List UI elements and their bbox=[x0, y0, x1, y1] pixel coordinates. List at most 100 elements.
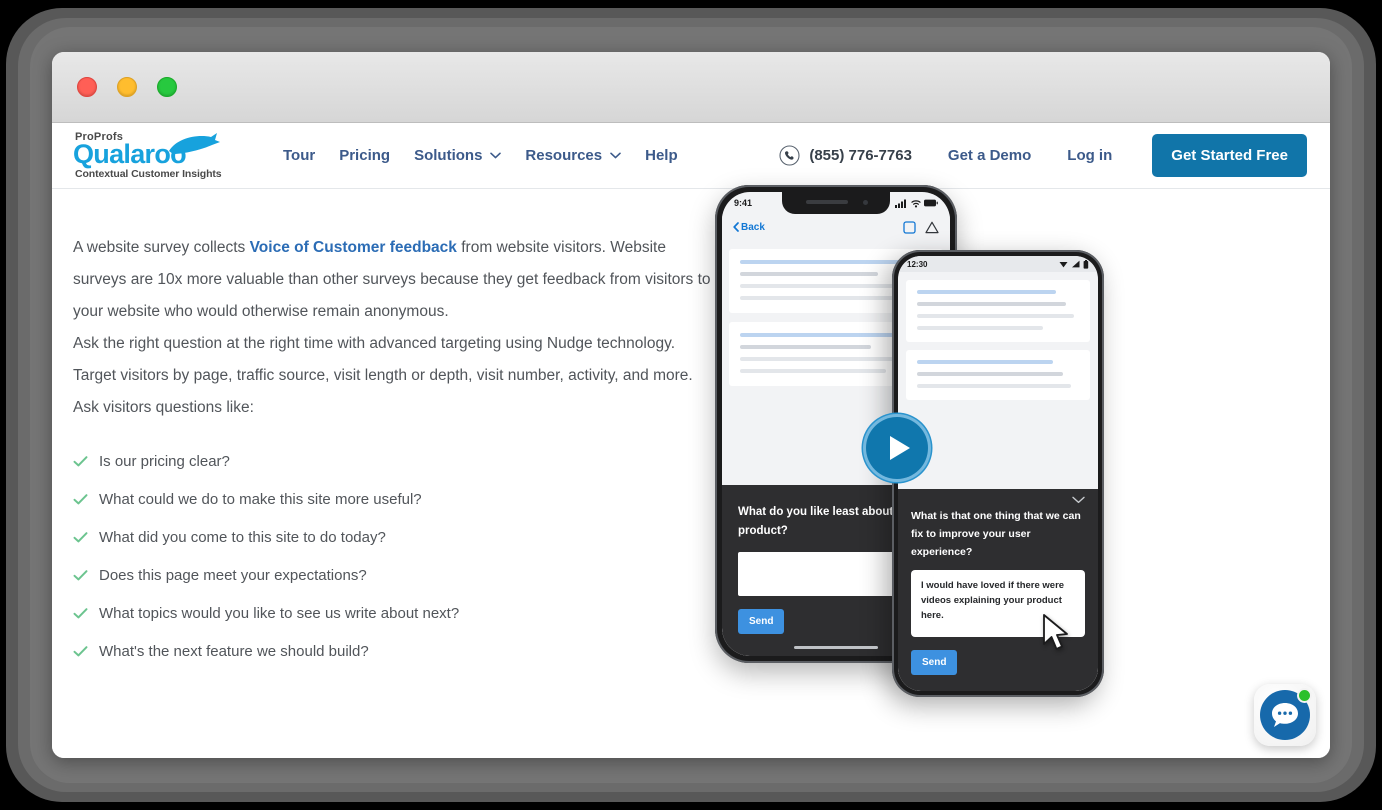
checklist-item-label: What topics would you like to see us wri… bbox=[99, 605, 460, 622]
nav-item-solutions-label: Solutions bbox=[414, 147, 483, 164]
check-icon bbox=[73, 494, 88, 505]
intro-paragraph-1: A website survey collects Voice of Custo… bbox=[73, 232, 712, 328]
nav-item-tour-label: Tour bbox=[283, 147, 316, 164]
voice-of-customer-link[interactable]: Voice of Customer feedback bbox=[250, 239, 457, 256]
survey-overlay-front: What is that one thing that we can fix t… bbox=[898, 489, 1098, 691]
content-left-column: A website survey collects Voice of Custo… bbox=[52, 189, 712, 758]
maximize-window-button[interactable] bbox=[157, 77, 177, 97]
checklist-item-label: What could we do to make this site more … bbox=[99, 491, 422, 508]
logo-tagline: Contextual Customer Insights bbox=[75, 167, 222, 180]
list-item: What could we do to make this site more … bbox=[73, 489, 712, 510]
survey-send-button[interactable]: Send bbox=[738, 609, 785, 634]
skeleton-line bbox=[917, 314, 1075, 318]
get-a-demo-link[interactable]: Get a Demo bbox=[948, 147, 1031, 164]
checklist-item-label: Does this page meet your expectations? bbox=[99, 567, 367, 584]
phone-back-nav-bar: Back bbox=[722, 214, 950, 240]
square-icon[interactable] bbox=[903, 220, 916, 234]
skeleton-line bbox=[740, 296, 894, 300]
qualaroo-logo[interactable]: ProProfs Qualaroo Contextual Customer In… bbox=[73, 131, 223, 180]
list-item: What topics would you like to see us wri… bbox=[73, 603, 712, 624]
phone-back-status-bar: 9:41 bbox=[722, 192, 950, 214]
wifi-icon bbox=[911, 199, 921, 207]
main-navigation: Tour Pricing Solutions Resources Help bbox=[271, 141, 690, 170]
status-time: 12:30 bbox=[907, 259, 928, 269]
logo-brand-row: Qualaroo bbox=[73, 132, 223, 168]
skeleton-line bbox=[917, 360, 1054, 364]
page-content: A website survey collects Voice of Custo… bbox=[52, 185, 1330, 758]
back-button-label: Back bbox=[741, 221, 765, 233]
battery-icon bbox=[1083, 259, 1089, 269]
skeleton-line bbox=[740, 333, 913, 337]
header-actions: (855) 776-7763 Get a Demo Log in Get Sta… bbox=[779, 134, 1307, 177]
list-item: Is our pricing clear? bbox=[73, 451, 712, 472]
back-button[interactable]: Back bbox=[733, 222, 765, 233]
status-indicators bbox=[1059, 259, 1089, 269]
online-status-indicator bbox=[1297, 688, 1312, 703]
phone-number-link[interactable]: (855) 776-7763 bbox=[779, 145, 912, 166]
skeleton-line bbox=[740, 272, 879, 276]
mouse-pointer-icon bbox=[1043, 614, 1068, 650]
question-checklist: Is our pricing clear? What could we do t… bbox=[73, 451, 712, 662]
nav-item-solutions[interactable]: Solutions bbox=[402, 141, 513, 170]
check-icon bbox=[73, 456, 88, 467]
check-icon bbox=[73, 570, 88, 581]
phone-back-nav-icons bbox=[903, 220, 939, 234]
survey-question: What is that one thing that we can fix t… bbox=[911, 510, 1081, 558]
content-card bbox=[906, 280, 1090, 342]
triangle-icon[interactable] bbox=[925, 221, 939, 234]
skeleton-line bbox=[740, 260, 909, 264]
phone-mockup-front: 12:30 What is that one thing that we can… bbox=[892, 250, 1104, 697]
intro-p1-before: A website survey collects bbox=[73, 239, 250, 256]
survey-answer-input[interactable]: I would have loved if there were videos … bbox=[911, 570, 1085, 650]
chevron-down-icon bbox=[1072, 496, 1085, 504]
log-in-link[interactable]: Log in bbox=[1067, 147, 1112, 164]
chat-bubble-circle bbox=[1260, 688, 1312, 740]
checklist-item-label: Is our pricing clear? bbox=[99, 453, 230, 470]
intro-paragraph-2: Ask the right question at the right time… bbox=[73, 335, 693, 416]
chat-widget-button[interactable] bbox=[1254, 684, 1316, 746]
check-icon bbox=[73, 646, 88, 657]
product-illustration: 9:41 Back What do you like least about t… bbox=[712, 185, 1330, 758]
nav-item-resources-label: Resources bbox=[525, 147, 603, 164]
nav-item-resources[interactable]: Resources bbox=[513, 141, 633, 170]
phone-number-text: (855) 776-7763 bbox=[809, 147, 912, 164]
battery-icon bbox=[924, 199, 938, 207]
skeleton-line bbox=[740, 369, 886, 373]
list-item: Does this page meet your expectations? bbox=[73, 565, 712, 586]
get-started-free-button[interactable]: Get Started Free bbox=[1152, 134, 1307, 177]
survey-send-button[interactable]: Send bbox=[911, 650, 958, 675]
checklist-item-label: What did you come to this site to do tod… bbox=[99, 529, 386, 546]
skeleton-line bbox=[917, 302, 1067, 306]
skeleton-line bbox=[917, 384, 1071, 388]
checklist-item-label: What's the next feature we should build? bbox=[99, 643, 369, 660]
skeleton-line bbox=[917, 372, 1063, 376]
nav-item-tour[interactable]: Tour bbox=[271, 141, 327, 170]
nav-item-help[interactable]: Help bbox=[633, 141, 690, 170]
play-video-button[interactable] bbox=[866, 417, 928, 479]
status-indicators bbox=[895, 199, 938, 208]
site-header: ProProfs Qualaroo Contextual Customer In… bbox=[52, 123, 1330, 189]
list-item: What did you come to this site to do tod… bbox=[73, 527, 712, 548]
home-indicator bbox=[794, 646, 878, 649]
nav-item-help-label: Help bbox=[645, 147, 678, 164]
check-icon bbox=[73, 608, 88, 619]
intro-copy: A website survey collects Voice of Custo… bbox=[73, 232, 712, 424]
chevron-left-icon bbox=[733, 222, 739, 232]
close-window-button[interactable] bbox=[77, 77, 97, 97]
chat-bubble-icon bbox=[1272, 703, 1298, 727]
wifi-icon bbox=[1059, 262, 1068, 268]
phone-icon bbox=[779, 145, 800, 166]
chevron-down-icon bbox=[490, 152, 502, 159]
window-title-bar bbox=[52, 52, 1330, 123]
content-card bbox=[906, 350, 1090, 400]
phone-front-screen: 12:30 What is that one thing that we can… bbox=[898, 256, 1098, 691]
survey-collapse-button[interactable] bbox=[911, 496, 1085, 504]
minimize-window-button[interactable] bbox=[117, 77, 137, 97]
nav-item-pricing-label: Pricing bbox=[339, 147, 391, 164]
skeleton-line bbox=[917, 326, 1044, 330]
browser-window: ProProfs Qualaroo Contextual Customer In… bbox=[52, 52, 1330, 758]
nav-item-pricing[interactable]: Pricing bbox=[327, 141, 402, 170]
skeleton-line bbox=[917, 290, 1057, 294]
phone-front-status-bar: 12:30 bbox=[898, 256, 1098, 272]
play-icon bbox=[890, 436, 910, 460]
